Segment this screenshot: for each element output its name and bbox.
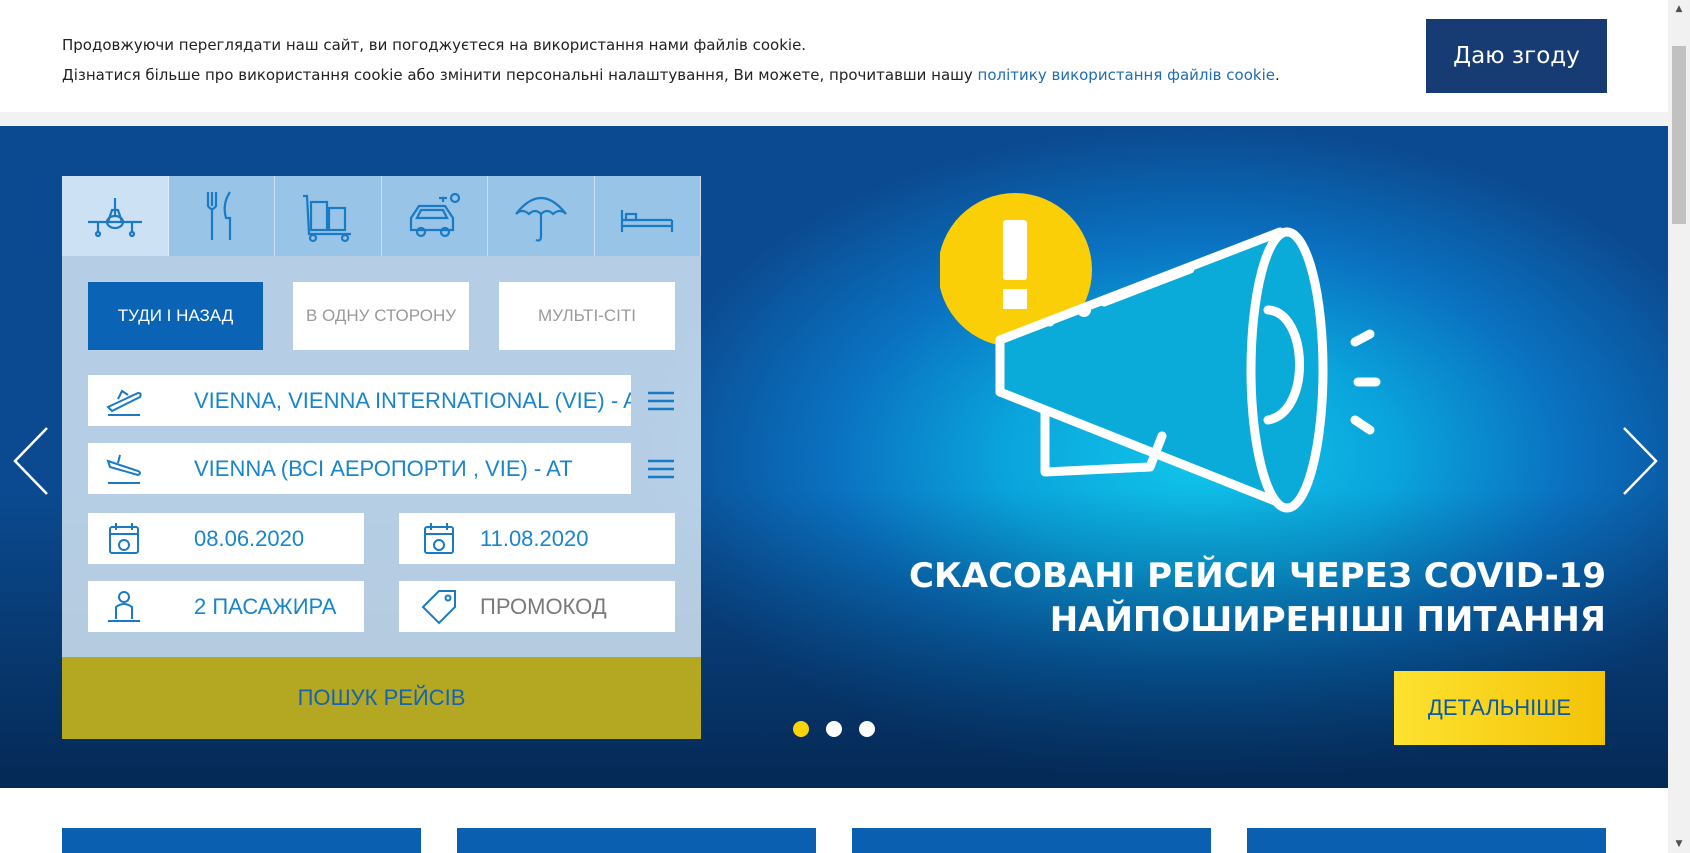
promo-card[interactable]: [457, 828, 816, 853]
search-flights-button[interactable]: ПОШУК РЕЙСІВ: [62, 657, 701, 739]
slider-dot-2[interactable]: [826, 721, 842, 737]
departure-date-field[interactable]: 08.06.2020: [88, 513, 364, 564]
tab-meals[interactable]: [168, 176, 275, 256]
slider-dot-1[interactable]: [793, 721, 809, 737]
calendar-icon: [424, 523, 454, 554]
cookie-text: Продовжуючи переглядати наш сайт, ви пог…: [62, 30, 1280, 90]
scrollbar-thumb[interactable]: [1672, 46, 1686, 224]
page: Продовжуючи переглядати наш сайт, ви пог…: [0, 0, 1690, 853]
promo-code-field[interactable]: ПРОМОКОД: [399, 581, 675, 632]
return-date-field[interactable]: 11.08.2020: [399, 513, 675, 564]
bed-icon: [621, 210, 674, 232]
tab-flights[interactable]: [62, 176, 169, 256]
tab-car-rental[interactable]: [381, 176, 488, 256]
cookie-line-2: Дізнатися більше про використання cookie…: [62, 60, 1280, 90]
booking-widget: ТУДИ І НАЗАД В ОДНУ СТОРОНУ МУЛЬТІ-СІТІ …: [62, 176, 701, 739]
service-tabs: [62, 176, 701, 256]
origin-field[interactable]: VIENNA, VIENNA INTERNATIONAL (VIE) - AT: [88, 375, 631, 426]
passengers-value: 2 ПАСАЖИРА: [194, 594, 337, 619]
trip-round-trip-tab[interactable]: ТУДИ І НАЗАД: [88, 282, 263, 350]
promo-card[interactable]: [62, 828, 421, 853]
destination-list-icon[interactable]: [646, 455, 676, 483]
header-divider: [0, 112, 1668, 126]
airplane-icon: [87, 198, 142, 238]
slide-more-button[interactable]: ДЕТАЛЬНІШЕ: [1394, 671, 1605, 745]
slide-headline-line-1: СКАСОВАНІ РЕЙСИ ЧЕРЕЗ COVID-19: [909, 556, 1606, 596]
slide-headline-line-2: НАЙПОШИРЕНІШІ ПИТАННЯ: [1049, 600, 1606, 640]
departure-date-value: 08.06.2020: [194, 526, 305, 551]
origin-list-icon[interactable]: [646, 387, 676, 415]
tab-insurance[interactable]: [488, 176, 595, 256]
cookie-line-2-suffix: .: [1274, 66, 1280, 84]
page-scrollbar[interactable]: ▲ ▼: [1668, 0, 1690, 853]
passengers-field[interactable]: 2 ПАСАЖИРА: [88, 581, 364, 632]
megaphone-illustration: [940, 193, 1381, 513]
slider-dots: [793, 721, 875, 737]
trip-one-way-tab[interactable]: В ОДНУ СТОРОНУ: [293, 282, 469, 350]
cookie-line-1: Продовжуючи переглядати наш сайт, ви пог…: [62, 36, 807, 54]
slide-headline: СКАСОВАНІ РЕЙСИ ЧЕРЕЗ COVID-19 НАЙПОШИРЕ…: [909, 554, 1606, 642]
tab-baggage[interactable]: [275, 176, 382, 256]
takeoff-icon: [106, 389, 142, 416]
chevron-left-icon[interactable]: [11, 424, 51, 498]
calendar-icon: [109, 523, 139, 554]
cookie-line-2-prefix: Дізнатися більше про використання cookie…: [62, 66, 978, 84]
promo-card[interactable]: [852, 828, 1211, 853]
cutlery-icon: [207, 191, 232, 240]
scroll-down-arrow-icon[interactable]: ▼: [1668, 835, 1690, 853]
cookie-policy-link[interactable]: політику використання файлів cookie: [978, 66, 1275, 84]
origin-value: VIENNA, VIENNA INTERNATIONAL (VIE) - AT: [194, 388, 631, 413]
umbrella-icon: [514, 197, 567, 242]
destination-field[interactable]: VIENNA (ВСІ АЕРОПОРТИ , VIE) - AT: [88, 443, 631, 494]
chevron-right-icon[interactable]: [1620, 424, 1660, 498]
tag-icon: [421, 590, 456, 625]
luggage-cart-icon: [302, 194, 351, 243]
hero-slider: ТУДИ І НАЗАД В ОДНУ СТОРОНУ МУЛЬТІ-СІТІ …: [0, 126, 1668, 788]
cookie-banner: Продовжуючи переглядати наш сайт, ви пог…: [0, 0, 1668, 112]
promo-code-placeholder: ПРОМОКОД: [480, 594, 607, 619]
passenger-icon: [108, 591, 140, 622]
tab-hotels[interactable]: [594, 176, 701, 256]
trip-multi-city-tab[interactable]: МУЛЬТІ-СІТІ: [499, 282, 675, 350]
landing-icon: [106, 454, 141, 484]
promo-card[interactable]: [1247, 828, 1606, 853]
cookie-agree-button[interactable]: Даю згоду: [1426, 19, 1607, 93]
slider-dot-3[interactable]: [859, 721, 875, 737]
car-rental-icon: [410, 192, 461, 238]
return-date-value: 11.08.2020: [480, 526, 589, 551]
scroll-up-arrow-icon[interactable]: ▲: [1668, 0, 1690, 18]
destination-value: VIENNA (ВСІ АЕРОПОРТИ , VIE) - AT: [194, 456, 573, 481]
